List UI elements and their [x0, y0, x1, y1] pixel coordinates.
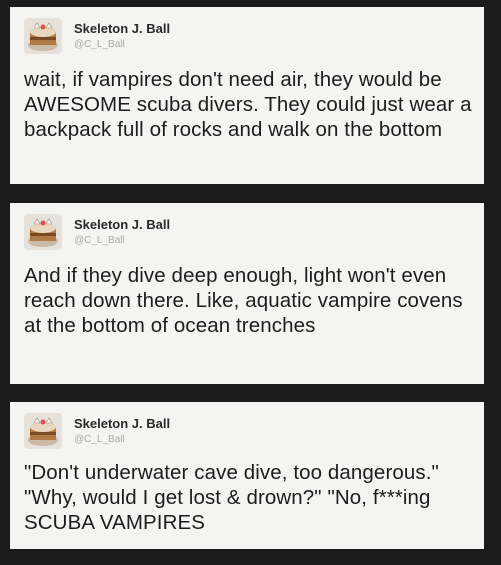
cake-avatar-icon[interactable] [24, 214, 62, 250]
author-handle[interactable]: @C_L_Ball [74, 39, 125, 50]
tweet-text: And if they dive deep enough, light won'… [24, 264, 463, 337]
tweet-card: Skeleton J. Ball @C_L_Ball "Don't underw… [10, 402, 484, 549]
author-name[interactable]: Skeleton J. Ball [74, 416, 170, 431]
author-handle[interactable]: @C_L_Ball [74, 235, 125, 246]
tweet-text: wait, if vampires don't need air, they w… [24, 68, 472, 141]
cake-avatar-icon[interactable] [24, 413, 62, 449]
tweet-card: Skeleton J. Ball @C_L_Ball And if they d… [10, 203, 484, 384]
author-handle[interactable]: @C_L_Ball [74, 434, 125, 445]
author-name[interactable]: Skeleton J. Ball [74, 217, 170, 232]
author-name[interactable]: Skeleton J. Ball [74, 21, 170, 36]
cake-avatar-icon[interactable] [24, 18, 62, 54]
tweet-text: "Don't underwater cave dive, too dangero… [24, 461, 439, 534]
tweet-card: Skeleton J. Ball @C_L_Ball wait, if vamp… [10, 7, 484, 184]
